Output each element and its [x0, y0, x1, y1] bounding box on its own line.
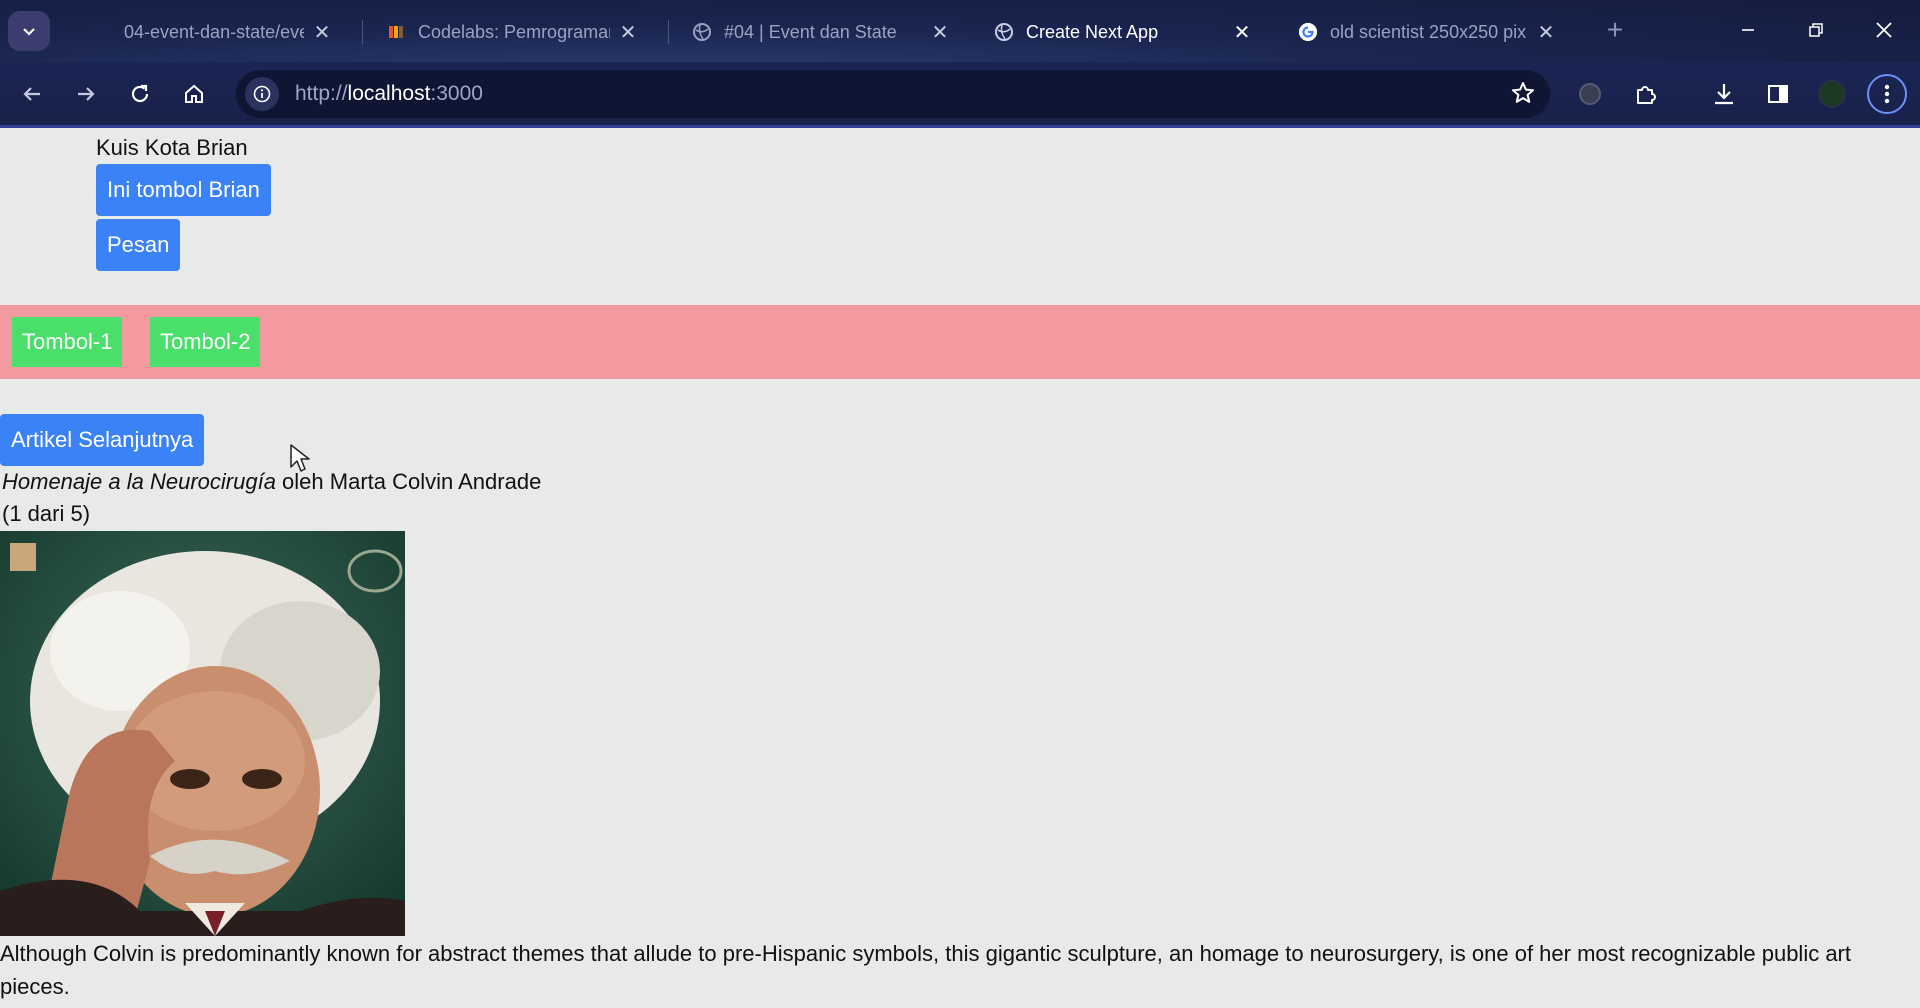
home-button[interactable]: [174, 74, 214, 114]
artwork-heading: Homenaje a la Neurocirugía oleh Marta Co…: [2, 469, 541, 495]
browser-menu-button[interactable]: [1867, 74, 1907, 114]
reload-icon: [131, 84, 149, 103]
browser-toolbar: http://localhost:3000: [0, 62, 1920, 128]
bookmark-star-icon[interactable]: [1510, 80, 1536, 111]
side-panel-icon[interactable]: [1758, 74, 1798, 114]
profile-avatar[interactable]: [1812, 74, 1852, 114]
codelabs-icon: [386, 22, 406, 42]
restore-icon: [1809, 23, 1823, 37]
close-icon: [1876, 22, 1892, 38]
tab-create-next-app[interactable]: Create Next App ✕: [978, 10, 1268, 54]
chevron-down-icon: [23, 28, 35, 36]
tab-github[interactable]: 04-event-dan-state/even ✕: [76, 10, 348, 54]
tab-event-dan-state[interactable]: #04 | Event dan State ✕: [676, 10, 966, 54]
arrow-left-icon: [23, 87, 40, 101]
more-vert-icon: [1884, 84, 1890, 104]
reload-button[interactable]: [120, 74, 160, 114]
page-content: Kuis Kota Brian Ini tombol Brian Pesan T…: [0, 131, 1920, 1008]
tab-strip: 04-event-dan-state/even ✕ Codelabs: Pemr…: [0, 0, 1920, 62]
close-window-button[interactable]: [1864, 10, 1904, 50]
quiz-title: Kuis Kota Brian: [96, 135, 248, 160]
tab-title: #04 | Event dan State: [724, 21, 897, 42]
url-host: localhost: [347, 82, 431, 105]
address-bar[interactable]: http://localhost:3000: [236, 70, 1550, 118]
google-icon: [1298, 22, 1318, 42]
artwork-image: [0, 531, 405, 936]
globe-icon: [994, 22, 1014, 42]
forward-button[interactable]: [66, 74, 106, 114]
extension-circle-icon[interactable]: [1570, 74, 1610, 114]
close-icon[interactable]: ✕: [1536, 20, 1556, 45]
artwork-artist: oleh Marta Colvin Andrade: [275, 469, 542, 494]
close-icon[interactable]: ✕: [1232, 20, 1252, 45]
github-icon: [92, 22, 112, 42]
site-info-icon[interactable]: [245, 77, 279, 111]
minimize-icon: [1742, 29, 1754, 31]
tab-google-search[interactable]: old scientist 250x250 pix ✕: [1282, 10, 1572, 54]
back-button[interactable]: [12, 74, 52, 114]
url-port: :3000: [430, 82, 483, 105]
brian-button[interactable]: Ini tombol Brian: [96, 164, 271, 216]
new-tab-button[interactable]: +: [1600, 14, 1630, 46]
close-icon[interactable]: ✕: [312, 20, 332, 45]
home-icon: [185, 84, 203, 103]
message-button[interactable]: Pesan: [96, 219, 181, 271]
url-text[interactable]: http://localhost:3000: [295, 82, 483, 106]
tab-title: 04-event-dan-state/even: [124, 21, 304, 42]
close-icon[interactable]: ✕: [618, 20, 638, 45]
close-icon[interactable]: ✕: [930, 20, 950, 45]
tab-search-button[interactable]: [8, 11, 50, 51]
button-toolbar: Tombol-1 Tombol-2: [0, 305, 1920, 379]
artwork-counter: (1 dari 5): [2, 501, 91, 526]
next-article-button[interactable]: Artikel Selanjutnya: [0, 414, 205, 466]
tab-codelabs[interactable]: Codelabs: Pemrograman ✕: [370, 10, 654, 54]
tombol-2-button[interactable]: Tombol-2: [150, 317, 261, 367]
arrow-right-icon: [78, 87, 95, 101]
artwork-description: Although Colvin is predominantly known f…: [0, 941, 1851, 999]
tab-title: Create Next App: [1026, 21, 1159, 42]
avatar-icon: [1818, 80, 1846, 108]
artwork-title: Homenaje a la Neurocirugía: [2, 469, 276, 494]
download-icon[interactable]: [1704, 74, 1744, 114]
url-scheme: http://: [295, 82, 348, 105]
mouse-cursor-icon: [290, 444, 310, 472]
restore-button[interactable]: [1796, 10, 1836, 50]
tab-title: Codelabs: Pemrograman: [418, 21, 610, 42]
tab-separator: [668, 20, 669, 44]
tab-title: old scientist 250x250 pix: [1330, 21, 1527, 42]
minimize-button[interactable]: [1728, 10, 1768, 50]
tab-separator: [362, 20, 363, 44]
tombol-1-button[interactable]: Tombol-1: [12, 317, 123, 367]
extensions-puzzle-icon[interactable]: [1626, 74, 1666, 114]
globe-icon: [692, 22, 712, 42]
